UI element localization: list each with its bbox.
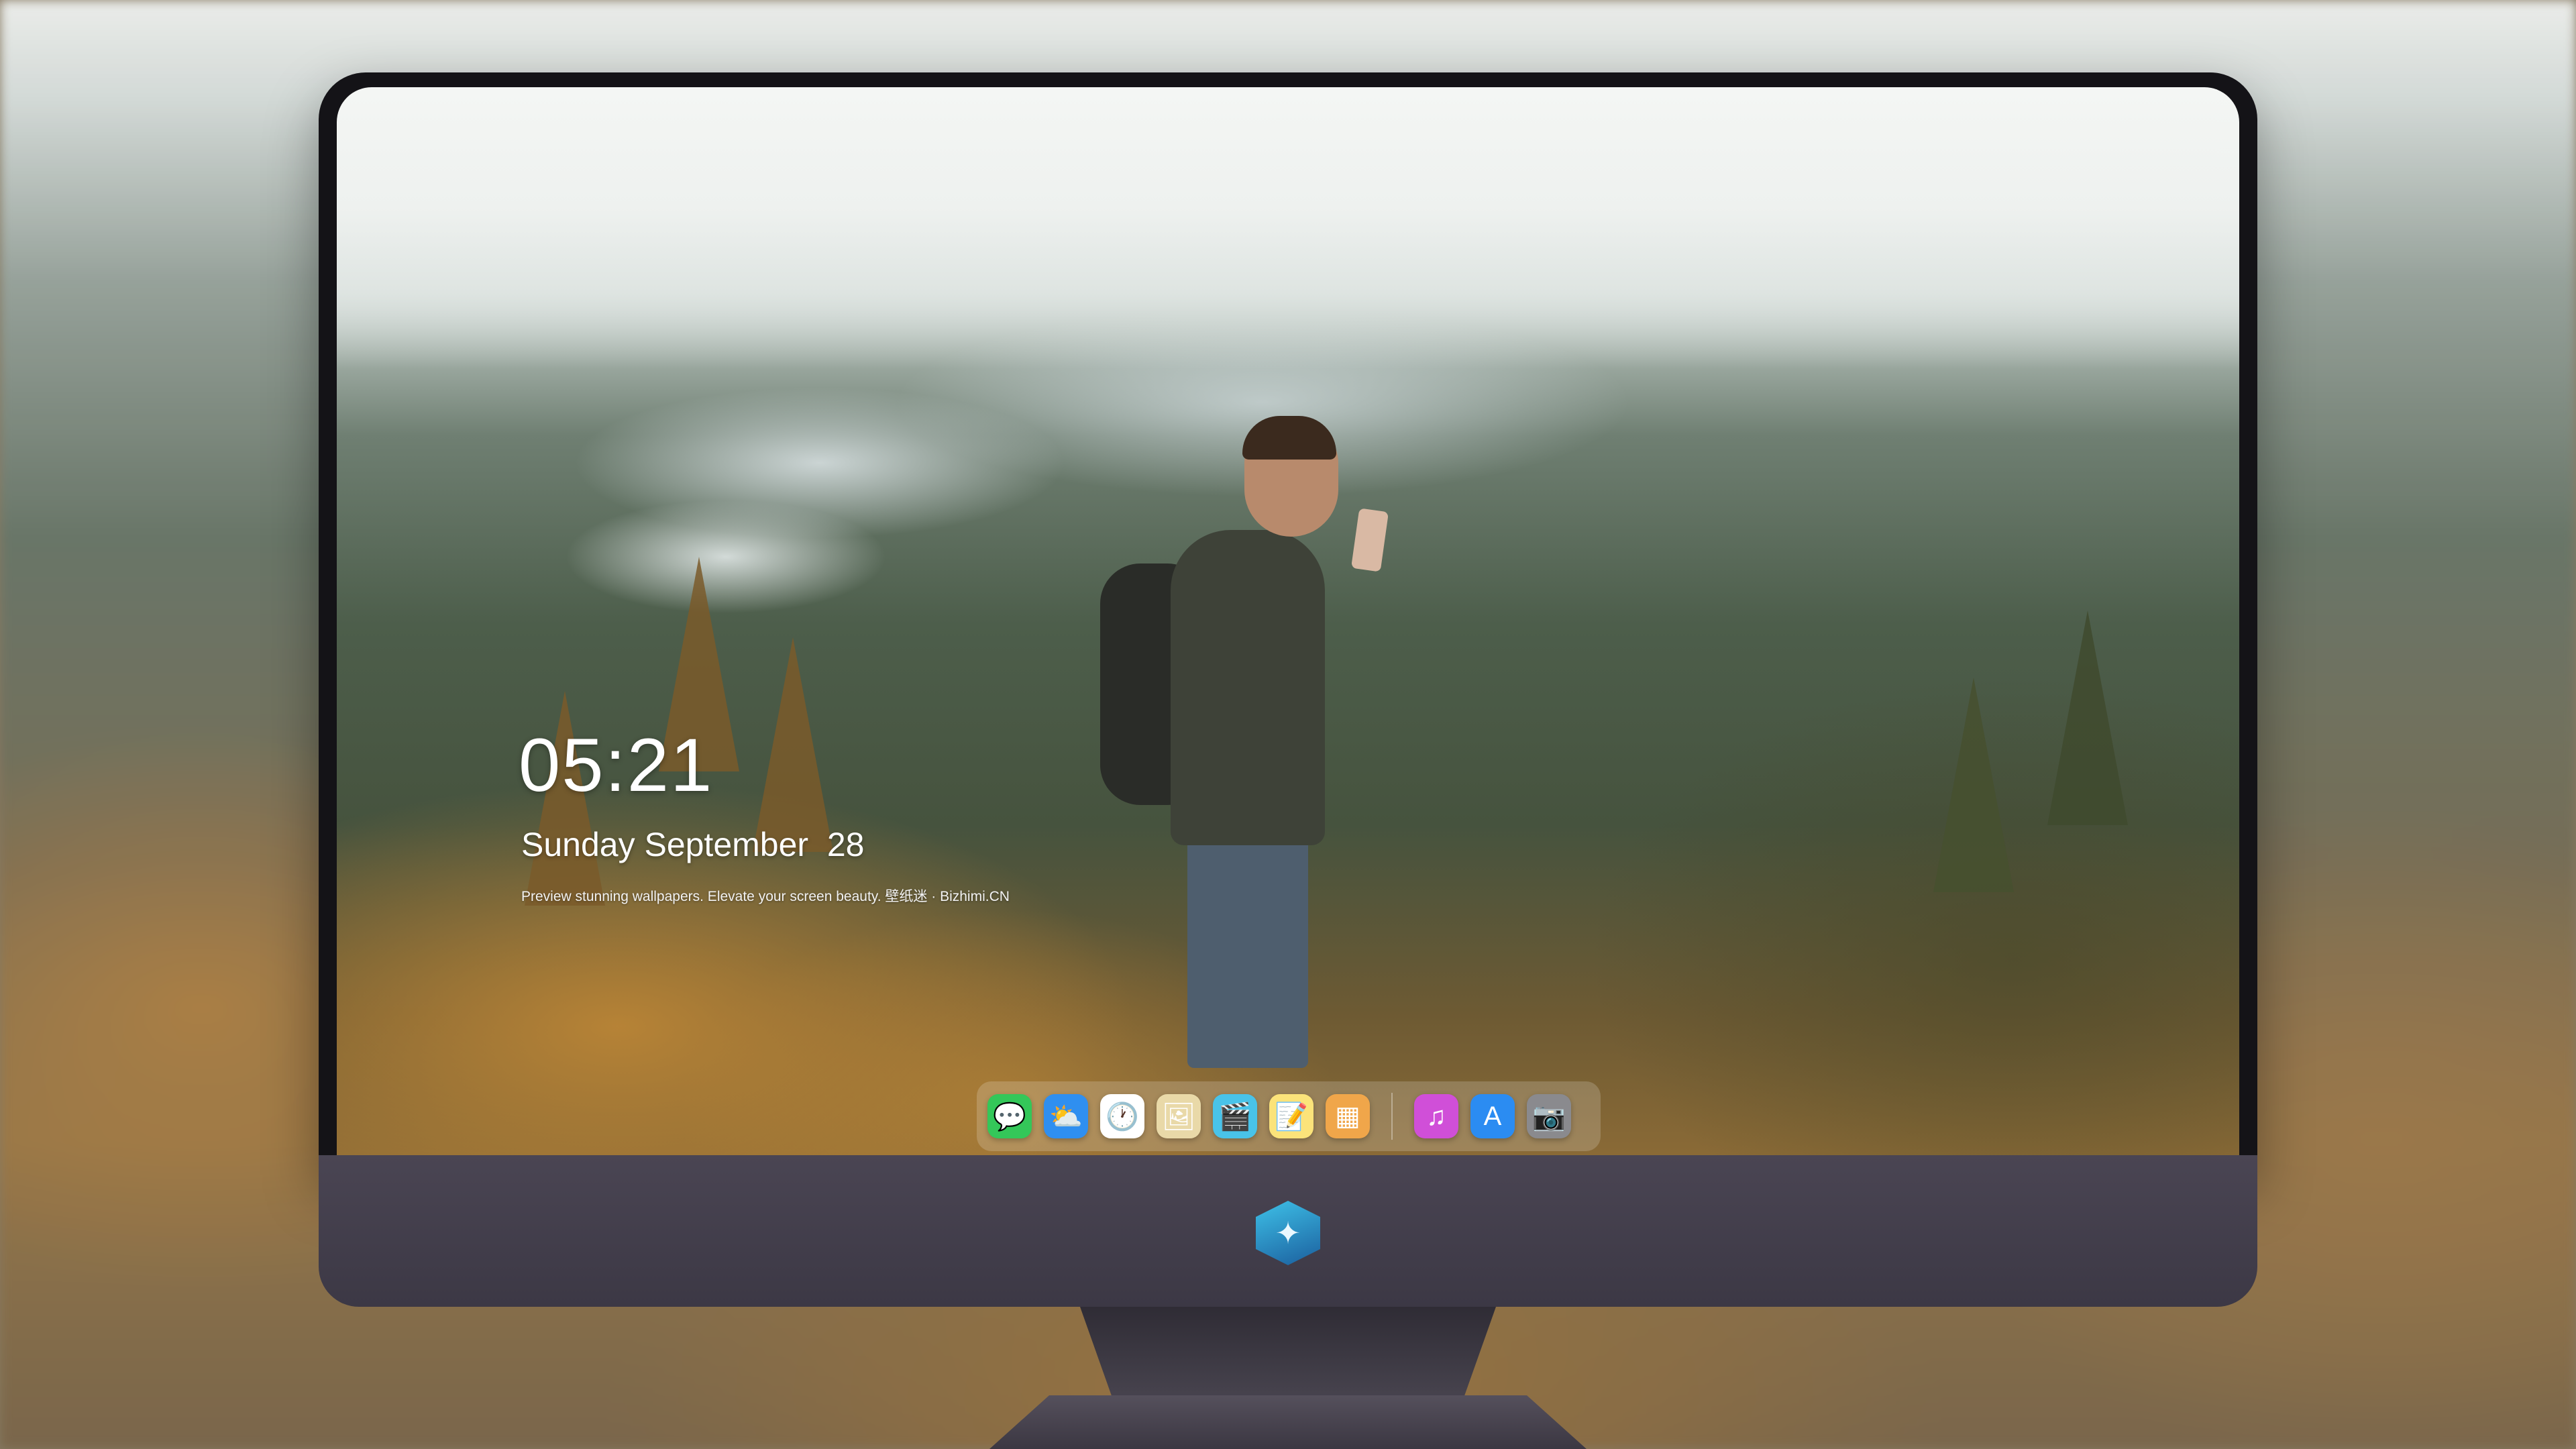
app-store-icon: A	[1483, 1101, 1502, 1131]
lock-screen-time: 05:21	[519, 723, 714, 807]
monitor-stand-neck	[1080, 1307, 1496, 1401]
dock-app-3[interactable]: 🖼	[1157, 1094, 1201, 1138]
lock-screen-date: Sunday September 28	[521, 826, 865, 863]
weather-icon: ⛅	[1049, 1102, 1083, 1132]
photo-booth-icon: ▦	[1335, 1102, 1360, 1131]
dock-divider	[1391, 1093, 1393, 1140]
dock-app-right-2[interactable]: 📷	[1527, 1094, 1571, 1138]
camera-icon: 📷	[1532, 1102, 1566, 1132]
dock-app-4[interactable]: 🎬	[1213, 1094, 1257, 1138]
dock-app-2[interactable]: 🕐	[1100, 1094, 1144, 1138]
dock-app-right-0[interactable]: ♫	[1414, 1094, 1458, 1138]
clapper-icon: 🎬	[1218, 1102, 1252, 1132]
dock-app-6[interactable]: ▦	[1326, 1094, 1370, 1138]
wallpaper-tree	[753, 637, 833, 852]
wallpaper-person-legs	[1187, 832, 1308, 1068]
itunes-icon: ♫	[1426, 1101, 1446, 1131]
dock: 💬 ⛅ 🕐 🖼 🎬 📝 ▦ ♫ A 📷	[977, 1081, 1601, 1151]
clock-icon: 🕐	[1106, 1102, 1139, 1132]
notes-icon: 📝	[1275, 1102, 1308, 1132]
dock-app-5[interactable]: 📝	[1269, 1094, 1313, 1138]
wallpaper-tree	[1933, 678, 2014, 892]
preview-icon: 🖼	[1161, 1102, 1196, 1132]
lock-screen-caption: Preview stunning wallpapers. Elevate you…	[521, 889, 1010, 904]
dock-app-right-1[interactable]: A	[1470, 1094, 1515, 1138]
messages-icon: 💬	[993, 1102, 1026, 1132]
wallpaper-person	[1171, 530, 1325, 845]
monitor-stand-base	[989, 1395, 1587, 1449]
dock-app-0[interactable]: 💬	[987, 1094, 1032, 1138]
wallpaper-tree	[2047, 610, 2128, 825]
dock-app-1[interactable]: ⛅	[1044, 1094, 1088, 1138]
